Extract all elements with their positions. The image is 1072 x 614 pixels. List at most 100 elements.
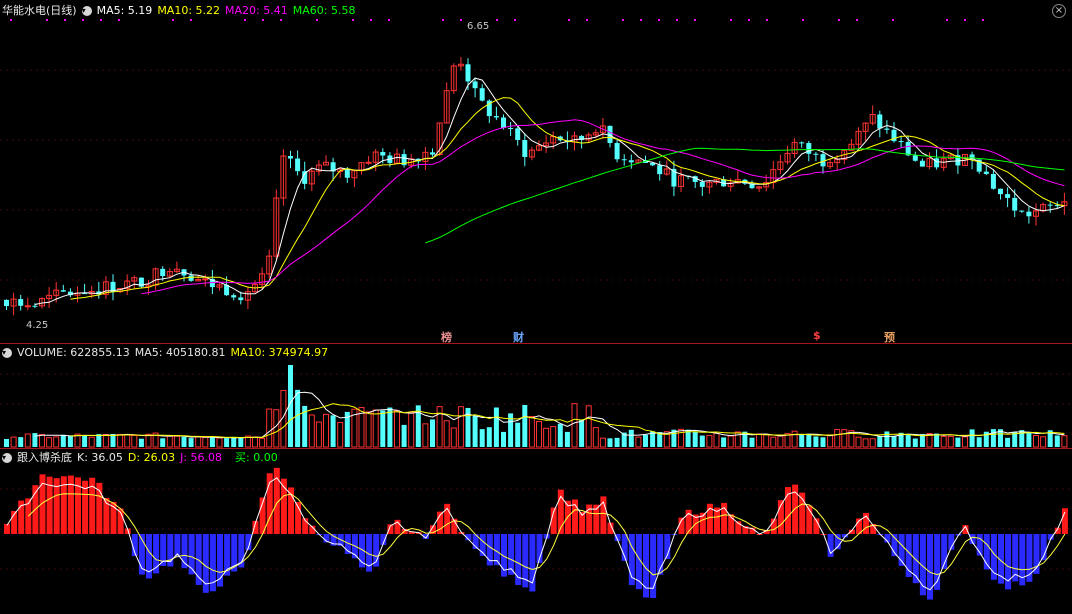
- candle-body: [877, 114, 883, 129]
- ma60-line: [425, 147, 1065, 244]
- volume-bar: [813, 436, 819, 447]
- volume-bar: [955, 437, 961, 447]
- volume-bar: [32, 433, 38, 447]
- candle-body: [1019, 210, 1025, 212]
- volume-bar: [628, 429, 634, 447]
- volume-bar: [145, 433, 152, 448]
- volume-bar: [46, 437, 53, 448]
- candlestick-chart[interactable]: [0, 0, 1072, 343]
- volume-bar: [479, 429, 485, 447]
- candle-body: [799, 142, 805, 144]
- candle-body: [628, 160, 634, 163]
- volume-bar: [905, 434, 911, 447]
- signal-dot: [244, 19, 246, 21]
- signal-dot: [370, 19, 372, 21]
- volume-bar: [969, 429, 975, 447]
- volume-bar: [117, 434, 124, 448]
- candle-body: [295, 158, 301, 172]
- candle-body: [202, 278, 209, 281]
- volume-bar: [315, 421, 322, 448]
- volume-bar: [202, 436, 209, 448]
- volume-bar: [799, 434, 805, 447]
- candle-body: [160, 268, 166, 277]
- volume-bar: [380, 410, 386, 447]
- volume-bar: [749, 437, 755, 447]
- volume-bar: [869, 438, 876, 448]
- volume-bar: [940, 436, 947, 448]
- volume-bar: [1054, 435, 1060, 447]
- volume-bar: [273, 409, 280, 448]
- volume-bar: [614, 437, 620, 447]
- candle-body: [990, 173, 996, 189]
- volume-bar: [990, 429, 996, 447]
- candle-body: [493, 116, 499, 118]
- volume-bar: [181, 436, 187, 447]
- candle-body: [344, 168, 350, 178]
- candle-body: [905, 141, 911, 156]
- volume-bar: [195, 436, 202, 448]
- candle-body: [32, 305, 38, 307]
- indicator-bar: [1061, 508, 1068, 534]
- volume-bar: [295, 389, 301, 447]
- volume-bar: [947, 435, 954, 448]
- volume-bar: [238, 437, 244, 447]
- volume-bar: [763, 434, 770, 448]
- candle-body: [934, 158, 940, 168]
- volume-bar: [252, 436, 258, 448]
- signal-dot: [316, 19, 318, 21]
- signal-dot: [388, 19, 390, 21]
- candle-body: [1047, 204, 1053, 206]
- volume-bar: [571, 403, 578, 448]
- volume-bar: [564, 431, 570, 447]
- signal-dot: [118, 19, 120, 21]
- candle-body: [24, 305, 31, 308]
- signal-dot: [46, 19, 48, 21]
- volume-bar: [1005, 437, 1011, 447]
- candle-body: [60, 290, 66, 292]
- candle-body: [998, 188, 1003, 195]
- signal-dot: [802, 19, 804, 21]
- volume-chart[interactable]: [0, 344, 1072, 448]
- candle-body: [515, 128, 521, 141]
- volume-bar: [820, 437, 826, 447]
- volume-bar: [266, 408, 273, 448]
- ma20-line: [141, 119, 1065, 295]
- volume-bar: [727, 435, 734, 448]
- signal-dot: [748, 19, 750, 21]
- volume-bar: [528, 416, 535, 448]
- candle-body: [919, 160, 925, 167]
- volume-bar: [515, 422, 521, 447]
- volume-bar: [962, 436, 968, 448]
- signal-dot: [442, 19, 444, 21]
- signal-dot: [658, 19, 660, 21]
- candle-body: [614, 142, 620, 160]
- candle-body: [813, 153, 819, 155]
- signal-dot: [982, 19, 984, 21]
- volume-bar: [450, 427, 457, 448]
- low-price-marker: 4.25: [26, 320, 49, 331]
- signal-dot: [280, 19, 282, 21]
- price-panel: 华能水电(日线) ▾ MA5: 5.19 MA10: 5.22 MA20: 5.…: [0, 0, 1072, 344]
- candle-body: [288, 155, 293, 159]
- signal-dot: [568, 19, 570, 21]
- candle-body: [820, 154, 826, 167]
- candle-body: [983, 171, 989, 174]
- volume-bar: [862, 438, 869, 448]
- volume-bar: [24, 433, 31, 448]
- candle-body: [465, 64, 471, 82]
- signal-dot: [10, 19, 12, 21]
- volume-bar: [18, 437, 24, 447]
- volume-bar: [1040, 436, 1047, 448]
- volume-bar: [827, 434, 834, 448]
- signal-dot: [622, 19, 624, 21]
- volume-bar: [372, 409, 379, 448]
- volume-bar: [394, 410, 400, 448]
- candle-body: [365, 161, 372, 164]
- indicator-chart[interactable]: [0, 449, 1072, 614]
- event-mark-dollar[interactable]: $: [813, 329, 821, 342]
- candle-body: [501, 117, 506, 129]
- volume-bar: [635, 436, 642, 448]
- candle-body: [884, 128, 890, 130]
- signal-dot: [586, 19, 588, 21]
- candle-body: [238, 297, 244, 301]
